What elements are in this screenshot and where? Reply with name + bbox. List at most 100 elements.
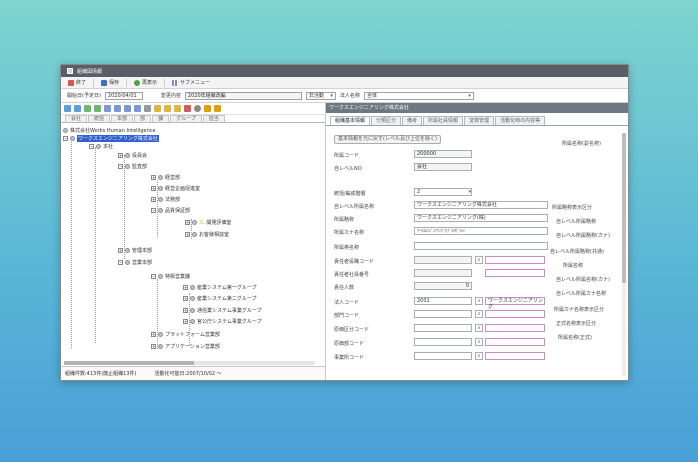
tab-division[interactable]: 本部 — [111, 115, 134, 122]
tab-section[interactable]: 課 — [152, 115, 170, 122]
tab-notes[interactable]: 備考 — [402, 116, 423, 125]
tab-members[interactable]: 所属社員情報 — [423, 116, 464, 125]
tab-group[interactable]: グループ — [170, 115, 202, 122]
collapse-toggle[interactable]: − — [118, 260, 123, 265]
lock-icon[interactable] — [204, 105, 211, 112]
corp-select[interactable]: 全体 — [363, 91, 474, 100]
search-icon[interactable]: ⌕ — [475, 256, 483, 264]
search-icon[interactable]: ⌕ — [475, 324, 483, 332]
collapse-toggle[interactable]: − — [118, 164, 123, 169]
tree-node[interactable]: + 産業システム第二グループ — [183, 295, 257, 302]
tree-node[interactable]: + 法務部 — [151, 196, 180, 203]
expand-toggle[interactable]: + — [183, 296, 188, 301]
org-name-field[interactable]: ワークスエンジニアリング株式会社 — [414, 201, 548, 209]
short-name-field[interactable]: ワークスエンジニアリング(株) — [414, 214, 548, 222]
tab-classification[interactable]: 分類区分 — [371, 116, 402, 125]
paste-icon[interactable] — [164, 105, 171, 112]
vertical-scrollbar[interactable] — [622, 133, 626, 376]
expand-toggle[interactable]: + — [118, 248, 123, 253]
submenu-button[interactable]: サブメニュー — [169, 78, 213, 87]
expand-toggle[interactable]: + — [185, 232, 190, 237]
tab-department[interactable]: 部 — [134, 115, 152, 122]
start-date-field[interactable]: 2020/04/01 — [104, 91, 143, 100]
division-code-field[interactable] — [414, 310, 472, 318]
add-child-icon[interactable] — [94, 105, 101, 112]
expand-toggle[interactable]: + — [118, 153, 123, 158]
outdent-icon[interactable] — [134, 105, 141, 112]
tree-node[interactable]: + 官公庁システム事業グループ — [183, 318, 262, 325]
restore-button[interactable]: 基本情報を元に戻す(レベル及び上位を除く) — [334, 135, 441, 144]
add-icon[interactable] — [84, 105, 91, 112]
expand-toggle[interactable]: + — [183, 285, 188, 290]
tree-node[interactable]: + 管理本部 — [118, 247, 152, 254]
save-button[interactable]: 保存 — [98, 78, 122, 87]
expand-toggle[interactable]: + — [151, 344, 156, 349]
tree-node[interactable]: + 通信業システム事業グループ — [183, 307, 262, 314]
horizontal-scrollbar[interactable] — [64, 361, 315, 365]
cost-type-field[interactable] — [414, 324, 472, 332]
office-code-field[interactable] — [414, 352, 472, 360]
kana-name-field[interactable]: ﾜｰｸｽｴﾝｼﾞﾆｱﾘﾝｸﾞｶﾌﾞｼｷｶﾞｲｼｬ — [414, 227, 548, 235]
tab-person[interactable]: 担当 — [202, 115, 225, 122]
expand-toggle[interactable]: + — [183, 319, 188, 324]
tree-node[interactable]: − 監査部 — [118, 163, 147, 170]
tab-basic-info[interactable]: 組織基本情報 — [330, 116, 371, 125]
level-field[interactable]: 会社 — [414, 163, 472, 171]
org-code-field[interactable]: 200000 — [414, 150, 472, 158]
expand-icon[interactable] — [64, 105, 71, 112]
collapse-toggle[interactable]: − — [151, 208, 156, 213]
collapse-icon[interactable] — [74, 105, 81, 112]
tree-node[interactable]: + 役員会 — [118, 152, 147, 159]
search-icon[interactable] — [194, 105, 201, 112]
tree-node-selected[interactable]: − ワークスエンジニアリング株式会社 — [63, 135, 159, 142]
unlock-icon[interactable] — [214, 105, 221, 112]
manager-post-field[interactable] — [414, 256, 472, 264]
search-icon[interactable]: ⌕ — [475, 338, 483, 346]
expand-toggle[interactable]: + — [151, 175, 156, 180]
manager-no-field[interactable] — [414, 269, 472, 277]
tree-node[interactable]: + 経営部 — [151, 174, 180, 181]
member-count-field[interactable]: 0 — [414, 282, 472, 290]
cost-dept-field[interactable] — [414, 338, 472, 346]
copy-icon[interactable] — [154, 105, 161, 112]
collapse-toggle[interactable]: − — [89, 144, 94, 149]
expand-toggle[interactable]: + — [151, 186, 156, 191]
collapse-toggle[interactable]: − — [151, 274, 156, 279]
expand-toggle[interactable]: + — [151, 197, 156, 202]
move-down-icon[interactable] — [114, 105, 121, 112]
tree-node[interactable]: + 経営企画促進室 — [151, 185, 200, 192]
search-icon[interactable]: ⌕ — [475, 310, 483, 318]
english-name-field[interactable] — [414, 242, 548, 250]
tab-company[interactable]: 会社 — [65, 115, 88, 122]
indent-icon[interactable] — [124, 105, 131, 112]
tree-node[interactable]: − 品質保証部 — [151, 207, 190, 214]
hierarchy-select[interactable]: 2 — [414, 188, 472, 196]
refresh-button[interactable]: 再表示 — [131, 78, 160, 87]
expand-toggle[interactable]: + — [185, 220, 190, 225]
content-field[interactable]: 2020年組織改編 — [184, 91, 302, 100]
tree-node[interactable]: + 産業システム第一グループ — [183, 284, 257, 291]
tab-variables[interactable]: 変数管理 — [464, 116, 495, 125]
expand-toggle[interactable]: + — [183, 308, 188, 313]
tab-unit[interactable]: 統括 — [88, 115, 111, 122]
paste-special-icon[interactable] — [174, 105, 181, 112]
tree-node[interactable]: − 本社 — [89, 143, 113, 150]
tree-node[interactable]: + ⚠ 開発評価室 — [185, 219, 231, 226]
mode-select[interactable]: 非活動 — [305, 91, 336, 100]
cut-icon[interactable] — [144, 105, 151, 112]
tree-node[interactable]: + アプリケーション営業部 — [151, 343, 220, 350]
expand-toggle[interactable]: + — [151, 332, 156, 337]
move-up-icon[interactable] — [104, 105, 111, 112]
tree-node[interactable]: + お客様相談室 — [185, 231, 229, 238]
scroll-thumb[interactable] — [622, 133, 626, 283]
corp-code-field[interactable]: 2001 — [414, 297, 472, 305]
exit-button[interactable]: 終了 — [65, 78, 89, 87]
tab-activation[interactable]: 活動化時の内容等 — [495, 116, 546, 125]
collapse-toggle[interactable]: − — [63, 136, 68, 141]
search-icon[interactable]: ⌕ — [475, 352, 483, 360]
search-icon[interactable]: ⌕ — [475, 297, 483, 305]
tree-node[interactable]: + プラットフォーム営業部 — [151, 331, 220, 338]
tree-node-root[interactable]: 株式会社Works Human Intelligence — [63, 127, 156, 134]
tree-node[interactable]: − 特販営業課 — [151, 273, 190, 280]
scroll-thumb[interactable] — [64, 361, 194, 365]
